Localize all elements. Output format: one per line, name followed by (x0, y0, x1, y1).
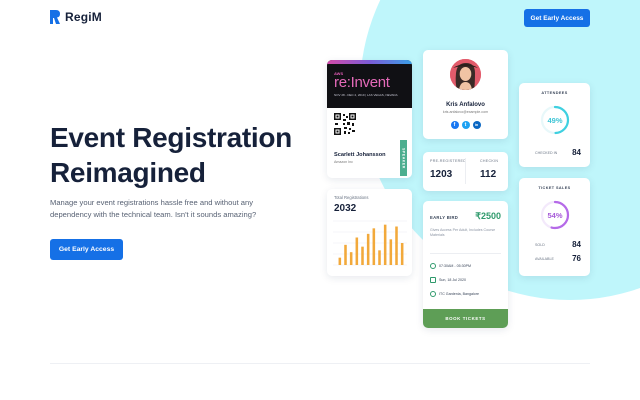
checked-in-value: 84 (572, 148, 581, 157)
available-value: 76 (572, 254, 581, 263)
badge-stripe (327, 60, 412, 64)
avatar (450, 59, 481, 90)
ticket-divider (430, 253, 501, 254)
hero-get-early-access-button[interactable]: Get Early Access (50, 239, 123, 260)
ticket-type-label: EARLY BIRD (430, 215, 459, 220)
badge-meta: NOV 28 - DEC 2, 2019 | LAS VEGAS, NEVADA (334, 93, 398, 97)
section-divider (50, 363, 590, 364)
calendar-icon (430, 277, 436, 283)
chart-bar-12 (400, 243, 404, 265)
registrations-bar-chart (333, 220, 407, 266)
logo[interactable]: RegiM (50, 10, 102, 24)
clock-icon (430, 263, 436, 269)
checkin-label: CHECKIN (480, 159, 499, 163)
attendees-card: ATTENDEES 49% CHECKED IN 84 (519, 83, 590, 167)
sold-label: SOLD (535, 242, 545, 247)
available-label: AVAILABLE (535, 256, 554, 261)
chart-bar-11 (395, 226, 398, 265)
pre-registered-stat: PRE-REGISTERED 1203 (430, 159, 466, 180)
chart-bar-7 (372, 228, 376, 265)
total-registrations-value: 2032 (334, 203, 357, 214)
available-row: AVAILABLE 76 (535, 254, 581, 263)
chart-bar-4 (355, 237, 359, 265)
ticket-sales-label: TICKET SALES (538, 186, 571, 190)
profile-email: kris.anfalovo@example.com (442, 110, 489, 114)
ticket-sales-percent: 54% (547, 210, 563, 220)
chart-bar-8 (378, 250, 381, 265)
chart-bar-9 (383, 224, 387, 265)
hero-subtitle: Manage your event registrations hassle f… (50, 198, 257, 219)
checked-in-row: CHECKED IN 84 (535, 148, 581, 157)
registration-stats-card: PRE-REGISTERED 1203 CHECKIN 112 (423, 152, 508, 191)
sold-row: SOLD 84 (535, 240, 581, 249)
profile-name: Kris Anfalovo (446, 102, 485, 108)
pre-registered-value: 1203 (430, 169, 453, 180)
facebook-icon[interactable]: f (450, 121, 459, 129)
hero-title: Event Registration Reimagined (50, 120, 320, 190)
total-registrations-card: Total Registrations 2032 (327, 189, 412, 276)
total-registrations-label: Total Registrations (334, 195, 369, 200)
ticket-description: Gives Access Per Adult, Includes Course … (430, 228, 496, 237)
ticket-venue: ITC Gardenia, Bangalore (439, 292, 479, 296)
chart-bar-2 (344, 244, 347, 265)
ticket-time: 07:30AM - 05:30PM (439, 264, 471, 268)
social-links: f t in (423, 121, 508, 129)
chart-bar-6 (366, 233, 370, 265)
badge-brand: re:Invent (334, 74, 405, 91)
chart-bar-1 (338, 257, 342, 265)
ticket-price: ₹2500 (475, 211, 501, 221)
landing-page: RegiM Get Early Access Event Registratio… (0, 0, 640, 400)
chart-bar-10 (389, 239, 393, 265)
hero-title-line-2: Reimagined (50, 157, 206, 188)
checkin-stat: CHECKIN 112 (480, 159, 498, 180)
speaker-role-tag: SPEAKER (400, 140, 407, 176)
attendees-label: ATTENDEES (541, 91, 568, 95)
early-bird-ticket-card: EARLY BIRD ₹2500 Gives Access Per Adult,… (423, 201, 508, 328)
badge-header: AWS re:Invent NOV 28 - DEC 2, 2019 | LAS… (327, 60, 412, 108)
pre-registered-label: PRE-REGISTERED (430, 159, 467, 163)
ticket-date: Sun, 18 Jul 2020 (439, 278, 466, 282)
badge-attendee-org: Amazon Inc (334, 160, 353, 164)
header-get-early-access-button[interactable]: Get Early Access (524, 9, 590, 27)
location-pin-icon (430, 291, 436, 297)
brand-name: RegiM (65, 10, 102, 24)
ticket-venue-row: ITC Gardenia, Bangalore (430, 291, 479, 297)
badge-brand-prefix: re: (334, 74, 351, 91)
qr-code-icon (334, 113, 356, 135)
attendees-percent: 49% (547, 115, 563, 125)
sold-value: 84 (572, 240, 581, 249)
chart-bar-3 (349, 252, 353, 265)
badge-attendee-name: Scarlett Johansson (334, 152, 386, 158)
checked-in-label: CHECKED IN (535, 150, 558, 155)
ticket-time-row: 07:30AM - 05:30PM (430, 263, 471, 269)
twitter-icon[interactable]: t (461, 121, 470, 129)
ticket-date-row: Sun, 18 Jul 2020 (430, 277, 466, 283)
logo-icon (50, 10, 60, 24)
stats-divider (465, 158, 466, 184)
speaker-badge-card: AWS re:Invent NOV 28 - DEC 2, 2019 | LAS… (327, 60, 412, 178)
linkedin-icon[interactable]: in (472, 121, 481, 129)
hero-title-line-1: Event Registration (50, 122, 292, 153)
book-tickets-button[interactable]: BOOK TICKETS (423, 309, 508, 328)
chart-bar-5 (361, 246, 364, 265)
profile-card: Kris Anfalovo kris.anfalovo@example.com … (423, 50, 508, 139)
ticket-sales-card: TICKET SALES 54% SOLD 84 AVAILABLE 76 (519, 178, 590, 276)
badge-brand-suffix: Invent (350, 74, 390, 91)
checkin-value: 112 (480, 169, 497, 180)
